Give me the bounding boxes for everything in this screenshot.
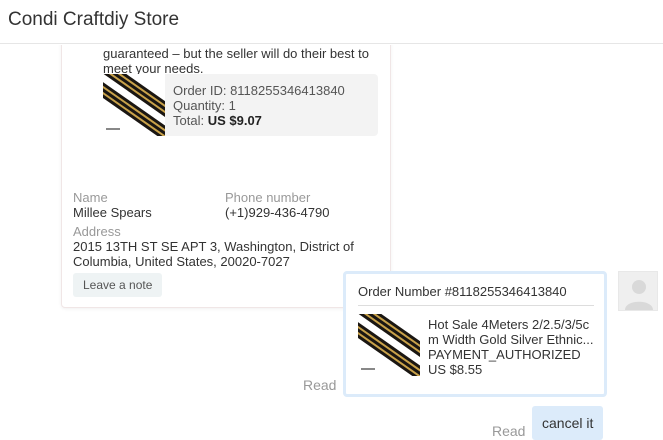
user-avatar-icon[interactable]	[618, 271, 658, 311]
product-thumbnail-icon	[103, 74, 165, 136]
product-price: US $8.55	[428, 362, 483, 377]
order-details: Order ID: 8118255346413840 Quantity: 1 T…	[173, 83, 345, 128]
leave-note-button[interactable]: Leave a note	[73, 273, 163, 297]
order-number: Order Number #8118255346413840	[358, 284, 567, 299]
order-summary[interactable]: Order ID: 8118255346413840 Quantity: 1 T…	[103, 74, 378, 136]
read-status-order: Read	[303, 377, 337, 393]
order-message-card[interactable]: Order Number #8118255346413840 Hot Sale …	[343, 271, 607, 397]
product-thumbnail-icon	[358, 314, 420, 376]
name-label: Name	[73, 190, 108, 205]
order-total: Total: US $9.07	[173, 113, 345, 128]
product-info: Hot Sale 4Meters 2/2.5/3/5cm Width Gold …	[428, 317, 598, 377]
name-value: Millee Spears	[73, 205, 152, 220]
guarantee-text: guaranteed – but the seller will do thei…	[103, 46, 369, 76]
order-quantity: Quantity: 1	[173, 98, 236, 113]
phone-value: (+1)929-436-4790	[225, 205, 330, 220]
order-id: Order ID: 8118255346413840	[173, 83, 345, 98]
address-label: Address	[73, 224, 121, 239]
order-info-card: guaranteed – but the seller will do thei…	[61, 45, 391, 308]
store-title: Condi Craftdiy Store	[8, 9, 180, 30]
product-title[interactable]: Hot Sale 4Meters 2/2.5/3/5cm Width Gold …	[428, 317, 598, 347]
total-value: US $9.07	[207, 113, 262, 128]
divider	[358, 305, 594, 306]
message-bubble[interactable]: cancel it	[532, 406, 604, 440]
read-status-message: Read	[492, 423, 526, 439]
chat-header: Condi Craftdiy Store	[0, 0, 663, 44]
payment-status: PAYMENT_AUTHORIZED	[428, 347, 581, 362]
total-label: Total:	[173, 113, 205, 128]
chat-area[interactable]: guaranteed – but the seller will do thei…	[0, 45, 663, 440]
address-value: 2015 13TH ST SE APT 3, Washington, Distr…	[73, 239, 354, 269]
phone-label: Phone number	[225, 190, 311, 205]
